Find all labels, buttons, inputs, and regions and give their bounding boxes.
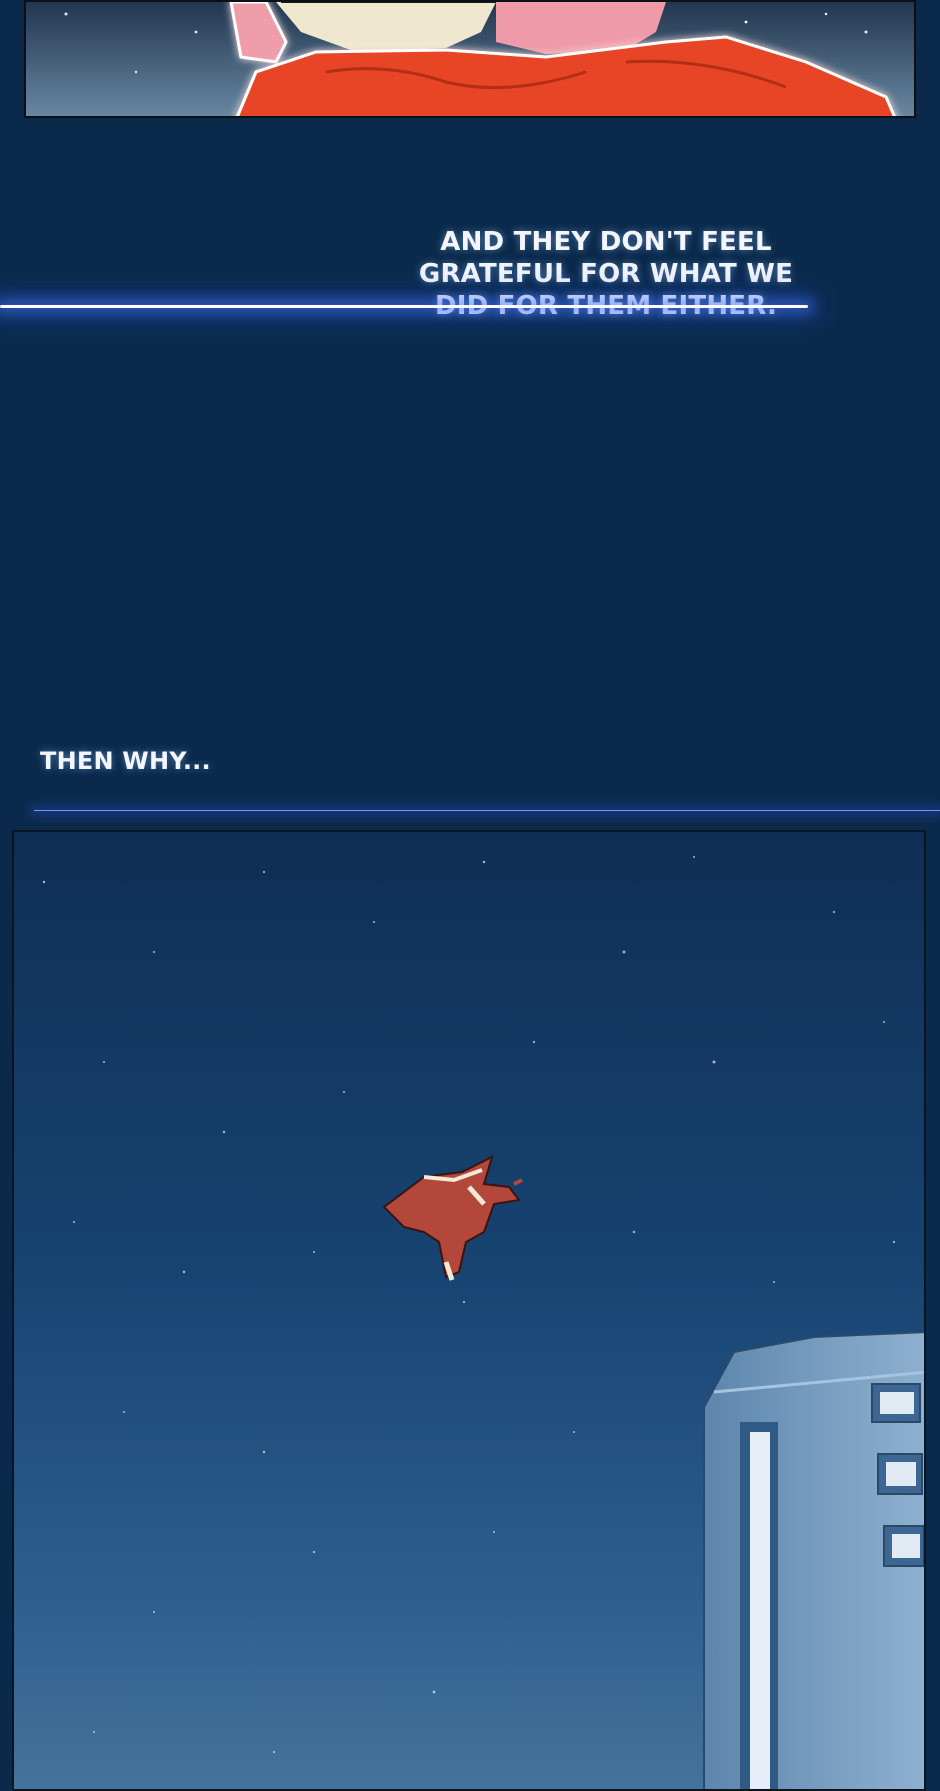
character-closeup-panel bbox=[24, 0, 916, 118]
night-sky-flying-figure-icon bbox=[14, 832, 924, 1789]
building-icon bbox=[703, 1331, 924, 1789]
caption-line-2: THEN WHY... bbox=[40, 747, 211, 775]
caption-divider-2 bbox=[34, 810, 940, 811]
caption-divider-1 bbox=[0, 305, 808, 308]
night-sky-panel bbox=[12, 830, 926, 1791]
webtoon-page: AND THEY DON'T FEEL GRATEFUL FOR WHAT WE… bbox=[0, 0, 940, 1791]
character-closeup-icon bbox=[26, 2, 914, 116]
